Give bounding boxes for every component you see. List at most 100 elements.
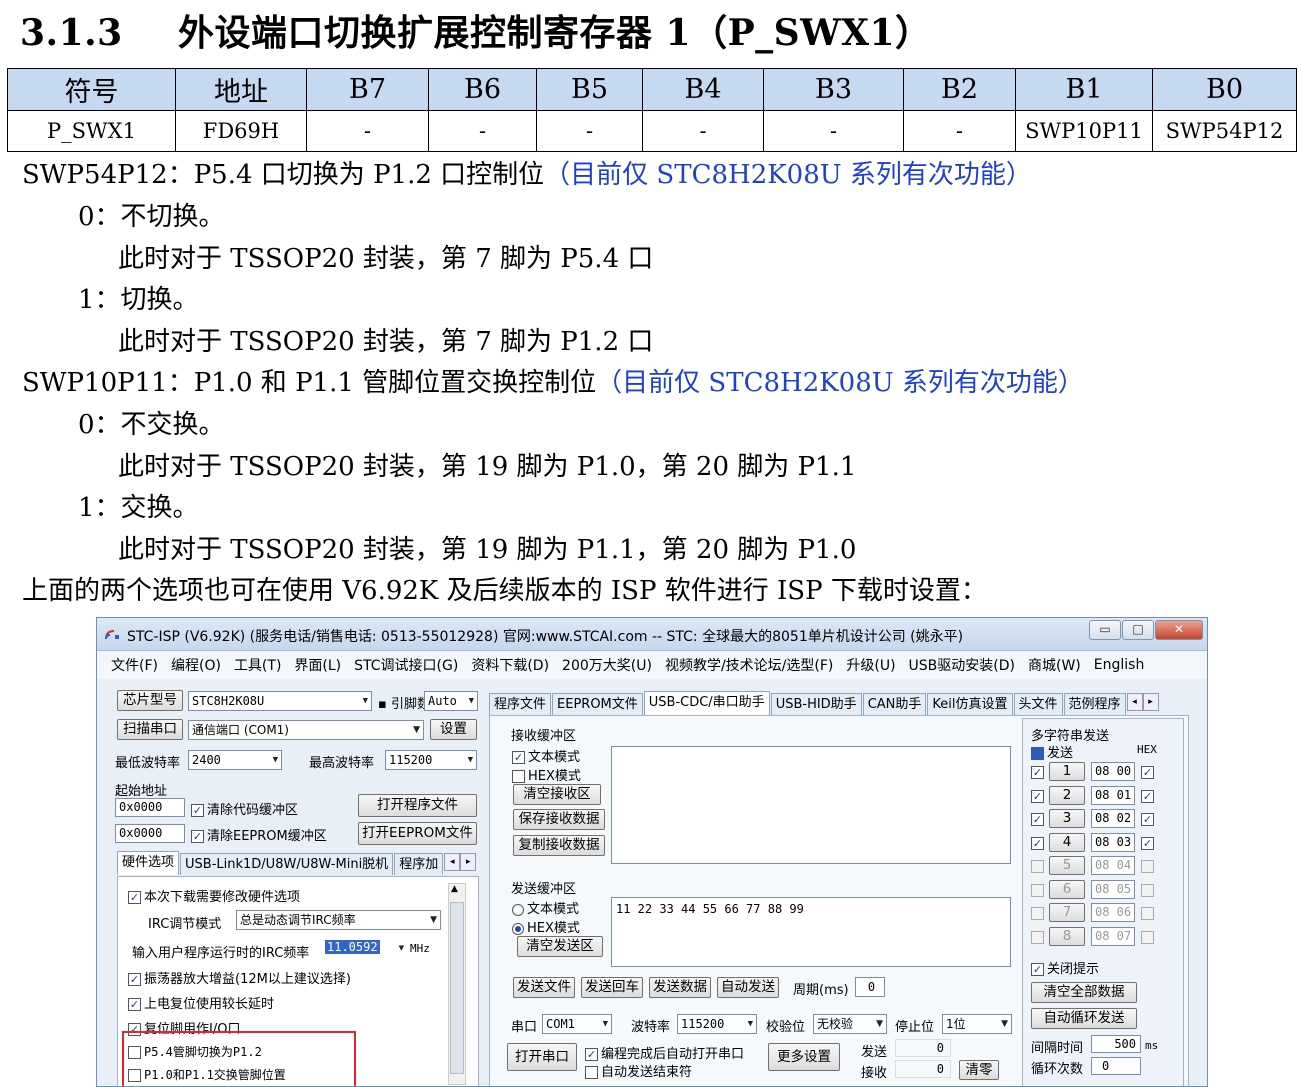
row-hex-check[interactable] xyxy=(1141,859,1157,874)
tab-program-file[interactable]: 程序文件 xyxy=(489,693,552,715)
checkbox-icon[interactable] xyxy=(1031,836,1044,850)
row-hex-check[interactable] xyxy=(1141,906,1157,921)
row-value-input[interactable]: 08 00 xyxy=(1091,762,1135,781)
tab-scroll-right-icon[interactable]: ▸ xyxy=(1142,693,1159,711)
osc-gain-option[interactable]: 振荡器放大增益(12M以上建议选择) xyxy=(128,968,351,987)
checkbox-icon[interactable] xyxy=(1031,813,1044,826)
rx-buffer-area[interactable] xyxy=(611,746,1011,864)
rx-text-mode-option[interactable]: 文本模式 xyxy=(512,746,580,765)
tab-scroll-right-icon[interactable]: ▸ xyxy=(460,853,477,871)
row-hex-check[interactable] xyxy=(1141,930,1157,945)
scan-port-button[interactable]: 扫描串口 xyxy=(117,719,183,740)
max-baud-select[interactable]: 115200 xyxy=(385,750,477,770)
checkbox-icon[interactable] xyxy=(1141,860,1154,873)
row-send-button[interactable]: 5 xyxy=(1049,856,1085,875)
scrollbar-thumb[interactable] xyxy=(450,902,464,1074)
row-send-button[interactable]: 1 xyxy=(1049,762,1085,781)
checkbox-icon[interactable] xyxy=(128,998,141,1011)
checkbox-icon[interactable] xyxy=(1031,789,1044,803)
row-hex-check[interactable] xyxy=(1141,836,1157,851)
irc-frequency-select[interactable]: 11.0592 xyxy=(325,939,407,958)
select-all-icon[interactable] xyxy=(1031,747,1044,760)
tx-buffer-area[interactable]: 11 22 33 44 55 66 77 88 99 xyxy=(611,897,1011,967)
checkbox-icon[interactable] xyxy=(1141,813,1154,826)
row-value-input[interactable]: 08 02 xyxy=(1091,809,1135,828)
send-cr-button[interactable]: 发送回车 xyxy=(581,977,643,998)
row-value-input[interactable]: 08 01 xyxy=(1091,785,1135,805)
period-input[interactable]: 0 xyxy=(855,977,885,997)
eeprom-start-address[interactable]: 0x0000 xyxy=(115,824,185,843)
open-program-file-button[interactable]: 打开程序文件 xyxy=(358,794,477,817)
checkbox-icon[interactable] xyxy=(1031,883,1044,897)
open-port-button[interactable]: 打开串口 xyxy=(507,1043,577,1071)
clear-tx-button[interactable]: 清空发送区 xyxy=(517,936,603,957)
row-hex-check[interactable] xyxy=(1141,883,1157,898)
checkbox-icon[interactable] xyxy=(128,891,141,904)
row-send-check[interactable] xyxy=(1031,836,1047,851)
menu-interface[interactable]: 界面(L) xyxy=(294,655,341,675)
radio-icon[interactable] xyxy=(512,922,524,935)
checkbox-icon[interactable] xyxy=(585,1048,598,1061)
menu-english[interactable]: English xyxy=(1094,657,1145,673)
tab-eeprom-file[interactable]: EEPROM文件 xyxy=(552,693,643,715)
menu-download[interactable]: 资料下载(D) xyxy=(471,655,549,675)
checkbox-icon[interactable] xyxy=(1141,930,1154,944)
code-start-address[interactable]: 0x0000 xyxy=(115,798,185,817)
menu-prize[interactable]: 200万大奖(U) xyxy=(562,655,652,675)
copy-rx-button[interactable]: 复制接收数据 xyxy=(513,835,605,856)
checkbox-icon[interactable] xyxy=(1141,907,1154,920)
checkbox-icon[interactable] xyxy=(585,1066,598,1079)
save-rx-button[interactable]: 保存接收数据 xyxy=(513,809,605,830)
chip-model-button[interactable]: 芯片型号 xyxy=(117,690,183,711)
checkbox-icon[interactable] xyxy=(1031,930,1044,944)
checkbox-icon[interactable] xyxy=(1141,789,1154,803)
clear-eeprom-option[interactable]: 清除EEPROM缓冲区 xyxy=(191,825,327,844)
close-button[interactable]: ✕ xyxy=(1155,620,1203,640)
pins-select[interactable]: Auto xyxy=(424,691,478,711)
row-send-button[interactable]: 7 xyxy=(1049,903,1085,922)
clear-all-data-button[interactable]: 清空全部数据 xyxy=(1031,982,1137,1003)
port-settings-button[interactable]: 设置 xyxy=(430,719,477,740)
clear-rx-button[interactable]: 清空接收区 xyxy=(513,784,601,805)
minimize-button[interactable]: ▭ xyxy=(1089,620,1121,640)
stop-bits-select[interactable]: 1位 xyxy=(942,1014,1012,1034)
row-send-check[interactable] xyxy=(1031,859,1047,874)
menu-debug[interactable]: STC调试接口(G) xyxy=(354,655,458,675)
chip-model-select[interactable]: STC8H2K08U xyxy=(188,691,372,711)
checkbox-icon[interactable] xyxy=(512,770,525,783)
auto-loop-send-button[interactable]: 自动循环发送 xyxy=(1031,1008,1137,1029)
menu-video[interactable]: 视频教学/技术论坛/选型(F) xyxy=(665,655,833,675)
auto-open-option[interactable]: 编程完成后自动打开串口 xyxy=(585,1043,744,1062)
clear-count-button[interactable]: 清零 xyxy=(959,1060,999,1080)
modify-hw-option[interactable]: 本次下载需要修改硬件选项 xyxy=(128,886,300,905)
tab-scroll-left-icon[interactable]: ◂ xyxy=(1126,693,1143,711)
tx-hex-mode-option[interactable]: HEX模式 xyxy=(512,917,580,936)
checkbox-icon[interactable] xyxy=(1141,766,1154,779)
auto-end-option[interactable]: 自动发送结束符 xyxy=(585,1061,692,1080)
row-send-check[interactable] xyxy=(1031,906,1047,921)
menu-file[interactable]: 文件(F) xyxy=(111,655,158,675)
menu-shop[interactable]: 商城(W) xyxy=(1028,655,1081,675)
interval-input[interactable]: 500 xyxy=(1091,1035,1141,1053)
baud-rate-select[interactable]: 115200 xyxy=(677,1014,757,1034)
row-send-button[interactable]: 4 xyxy=(1049,832,1085,852)
row-hex-check[interactable] xyxy=(1141,789,1157,804)
checkbox-icon[interactable] xyxy=(1031,907,1044,920)
menu-usb-driver[interactable]: USB驱动安装(D) xyxy=(909,655,1015,675)
row-send-button[interactable]: 8 xyxy=(1049,926,1085,946)
row-hex-check[interactable] xyxy=(1141,765,1157,780)
menu-tools[interactable]: 工具(T) xyxy=(234,655,281,675)
row-value-input[interactable]: 08 05 xyxy=(1091,879,1135,899)
tab-header-files[interactable]: 头文件 xyxy=(1013,693,1063,715)
checkbox-icon[interactable] xyxy=(1031,766,1044,779)
tab-usb-link[interactable]: USB-Link1D/U8W/U8W-Mini脱机 xyxy=(180,853,394,875)
com-port-select[interactable]: 通信端口 (COM1) xyxy=(188,720,424,740)
row-send-button[interactable]: 2 xyxy=(1049,785,1085,805)
tab-hardware-options[interactable]: 硬件选项 xyxy=(117,851,180,875)
irc-frequency-value[interactable]: 11.0592 xyxy=(325,940,380,954)
send-data-button[interactable]: 发送数据 xyxy=(649,977,711,998)
checkbox-icon[interactable] xyxy=(512,751,525,764)
row-send-check[interactable] xyxy=(1031,930,1047,945)
close-hint-option[interactable]: 关闭提示 xyxy=(1031,958,1099,977)
checkbox-icon[interactable] xyxy=(1031,860,1044,873)
